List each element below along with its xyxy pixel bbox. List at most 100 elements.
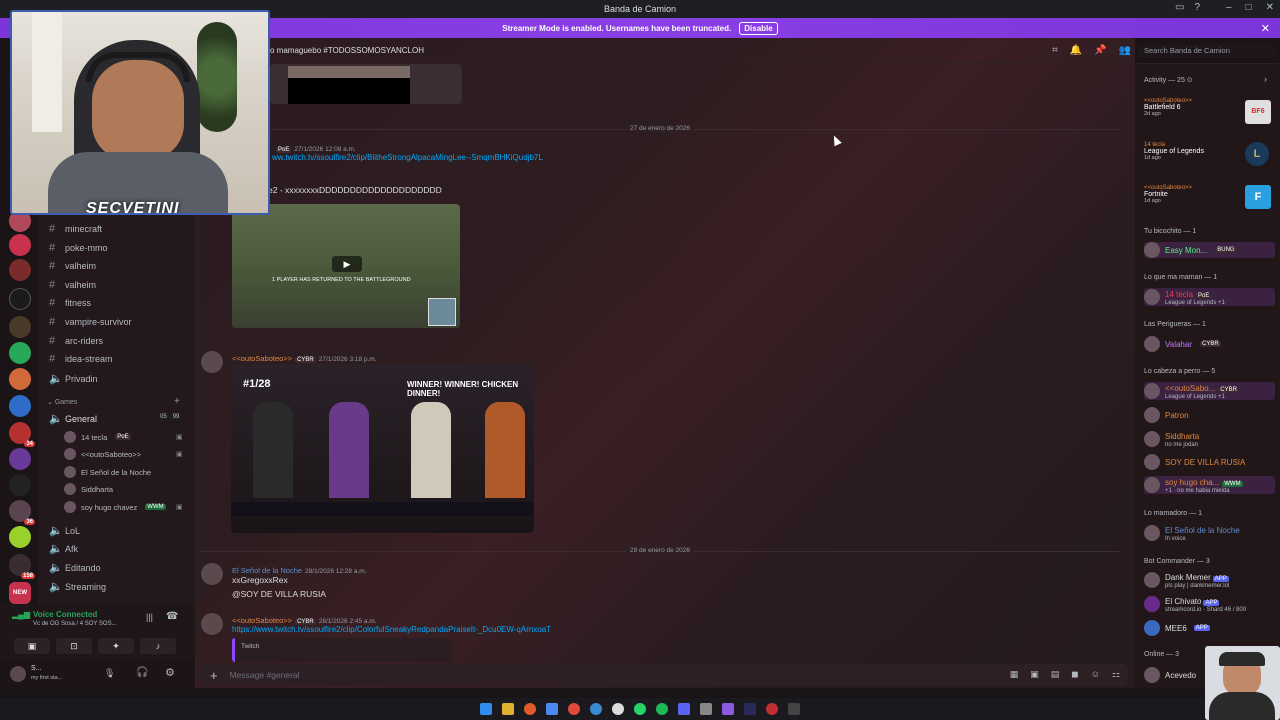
- server-icon[interactable]: [9, 316, 31, 338]
- member-row[interactable]: Easy Mon... BUNG: [1144, 242, 1275, 258]
- voice-channel-editando[interactable]: 🔈 Editando: [49, 561, 101, 574]
- threads-icon[interactable]: ⌗: [1052, 45, 1058, 56]
- member-row[interactable]: Patron: [1144, 407, 1189, 423]
- server-icon[interactable]: [9, 234, 31, 256]
- add-channel-icon[interactable]: +: [174, 396, 180, 407]
- avatar[interactable]: [201, 351, 223, 373]
- video-embed[interactable]: ▶ 1 PLAYER HAS RETURNED TO THE BATTLEGRO…: [232, 204, 460, 328]
- members-icon[interactable]: 👥: [1119, 45, 1131, 56]
- file-explorer-icon[interactable]: [502, 703, 514, 715]
- member-row[interactable]: Acevedo: [1144, 667, 1196, 683]
- screenshare-button[interactable]: ⊡: [56, 638, 92, 654]
- member-row[interactable]: soy hugo cha... WWM +1 · no me habia mield…: [1144, 476, 1275, 494]
- camera-button[interactable]: ▣: [14, 638, 50, 654]
- server-icon[interactable]: [9, 288, 31, 310]
- whatsapp-icon[interactable]: [634, 703, 646, 715]
- minimize-button[interactable]: –: [1226, 2, 1232, 13]
- premiere-icon[interactable]: [744, 703, 756, 715]
- member-row[interactable]: SOY DE VILLA RUSIA: [1144, 454, 1245, 470]
- server-icon[interactable]: [9, 368, 31, 390]
- voice-channel-afk[interactable]: 🔈 Afk: [49, 542, 78, 555]
- gift-icon[interactable]: ▣: [1030, 669, 1039, 680]
- app-icon[interactable]: [612, 703, 624, 715]
- headset-icon[interactable]: 🎧: [136, 667, 148, 678]
- member-row[interactable]: MEE6 APP: [1144, 620, 1210, 636]
- search-input[interactable]: Search Banda de Camion: [1138, 44, 1276, 58]
- bell-icon[interactable]: 🔔: [1070, 45, 1082, 56]
- image-attachment[interactable]: #1/28 WINNER! WINNER! CHICKEN DINNER!: [231, 364, 534, 533]
- voice-user[interactable]: 14 tecla PoE ▣: [64, 431, 183, 443]
- message-link[interactable]: https://www.twitch.tv/ssoulfire2/clip/Co…: [232, 625, 551, 634]
- apps-icon[interactable]: ▦: [1010, 669, 1019, 680]
- new-server-icon[interactable]: NEW: [9, 582, 31, 604]
- channel-poke-mmo[interactable]: # poke-mmo: [49, 242, 108, 254]
- mention[interactable]: @SOY DE VILLA RUSIA: [232, 589, 326, 599]
- noise-suppression-icon[interactable]: |||: [146, 612, 153, 622]
- voice-channel-lol[interactable]: 🔈 LoL: [49, 524, 80, 537]
- channel-privadin[interactable]: 🔈 Privadin: [49, 372, 98, 385]
- pin-icon[interactable]: 📌: [1094, 45, 1106, 56]
- voice-user[interactable]: <<outoSaboteo>> ▣: [64, 448, 183, 460]
- avatar[interactable]: [201, 613, 223, 635]
- image-attachment[interactable]: [270, 64, 462, 104]
- activity-item[interactable]: <<outoSaboteo>> Battlefield 6 2d ago: [1144, 98, 1192, 117]
- server-icon[interactable]: 36: [9, 500, 35, 525]
- voice-channel-streaming[interactable]: 🔈 Streaming: [49, 580, 106, 593]
- app-icon[interactable]: [766, 703, 778, 715]
- category-games[interactable]: ⌄ Games: [47, 398, 77, 406]
- soundboard-button[interactable]: ♪: [140, 638, 176, 654]
- member-row[interactable]: <<outoSabo... CYBR League of Legends +1: [1144, 382, 1275, 400]
- play-icon[interactable]: ▶: [332, 256, 362, 272]
- server-icon[interactable]: [9, 474, 31, 496]
- app-icon[interactable]: [546, 703, 558, 715]
- sticker-icon[interactable]: ◼: [1071, 669, 1078, 680]
- server-icon[interactable]: [9, 526, 31, 548]
- inbox-icon[interactable]: ▭: [1175, 2, 1184, 13]
- activity-item[interactable]: 14 tecla League of Legends 1d ago: [1144, 142, 1204, 161]
- channel-valheim-2[interactable]: # valheim: [49, 279, 96, 291]
- voice-channel-general[interactable]: 🔈 General: [49, 412, 97, 425]
- channel-arc-riders[interactable]: # arc-riders: [49, 335, 103, 347]
- edge-icon[interactable]: [590, 703, 602, 715]
- chrome-icon[interactable]: [568, 703, 580, 715]
- member-row[interactable]: Siddharta no me jodan: [1144, 430, 1199, 448]
- maximize-button[interactable]: □: [1246, 2, 1252, 13]
- spotify-icon[interactable]: [656, 703, 668, 715]
- discord-icon[interactable]: [678, 703, 690, 715]
- voice-user[interactable]: soy hugo chavez WWM ▣: [64, 501, 183, 513]
- server-icon[interactable]: [9, 259, 31, 281]
- server-icon[interactable]: [9, 448, 31, 470]
- member-row[interactable]: El Señol de la Noche In voice: [1144, 524, 1240, 542]
- brave-icon[interactable]: [524, 703, 536, 715]
- emoji-icon[interactable]: ☺: [1091, 669, 1100, 680]
- mic-icon[interactable]: 🎙: [104, 668, 115, 679]
- member-row[interactable]: 14 tecla PoE League of Legends +1: [1144, 288, 1275, 306]
- close-banner-icon[interactable]: ✕: [1261, 22, 1270, 35]
- message-composer[interactable]: + Message #general ▦ ▣ ▤ ◼ ☺ ⚏: [200, 664, 1128, 686]
- disconnect-icon[interactable]: ☎: [166, 611, 178, 622]
- channel-fitness[interactable]: # fitness: [49, 297, 91, 309]
- windows-start-icon[interactable]: [480, 703, 492, 715]
- apps-launcher-icon[interactable]: ⚏: [1112, 669, 1120, 680]
- close-window-button[interactable]: ✕: [1266, 2, 1274, 13]
- server-icon[interactable]: 158: [9, 554, 35, 579]
- server-icon[interactable]: [9, 342, 31, 364]
- avatar[interactable]: [10, 666, 26, 682]
- server-icon[interactable]: 34: [9, 422, 35, 447]
- app-icon[interactable]: [788, 703, 800, 715]
- member-row[interactable]: Dank Memer APP pls play | dankmemer.lol: [1144, 571, 1229, 589]
- gear-icon[interactable]: ⚙: [165, 666, 175, 679]
- avatar[interactable]: [201, 563, 223, 585]
- voice-user[interactable]: Siddharta: [64, 483, 113, 495]
- add-attachment-icon[interactable]: +: [210, 668, 218, 683]
- voice-user[interactable]: El Señol de la Noche: [64, 466, 151, 478]
- disable-streamer-mode-button[interactable]: Disable: [739, 21, 778, 35]
- member-row[interactable]: Valahar CYBR: [1144, 336, 1221, 352]
- app-icon[interactable]: [722, 703, 734, 715]
- activity-item[interactable]: <<outoSaboteo>> Fortnite 1d ago: [1144, 185, 1192, 204]
- server-icon[interactable]: [9, 395, 31, 417]
- channel-idea-stream[interactable]: # idea-stream: [49, 353, 113, 365]
- chevron-right-icon[interactable]: ›: [1264, 74, 1267, 84]
- app-icon[interactable]: [700, 703, 712, 715]
- gif-icon[interactable]: ▤: [1051, 669, 1060, 680]
